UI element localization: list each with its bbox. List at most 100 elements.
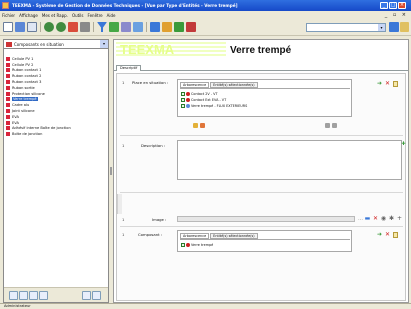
export-icon[interactable]	[162, 22, 172, 32]
entity-icon	[6, 80, 10, 85]
tab-strip: Descriptif	[114, 64, 408, 71]
remove-icon[interactable]: ✕	[384, 232, 391, 238]
delete-icon[interactable]	[186, 22, 196, 32]
image-field[interactable]	[177, 216, 355, 222]
entity-type-select[interactable]: Composants en situation ▾	[4, 40, 108, 49]
link-icon[interactable]: ▬	[364, 216, 371, 222]
menu-mes-rapp[interactable]: Mes et Rapp.	[42, 13, 68, 18]
field-label-position: Place en situation :	[132, 80, 169, 85]
menu-fichier[interactable]: Fichier	[2, 13, 15, 18]
menu-aide[interactable]: Aide	[107, 13, 116, 18]
toolbar-separator	[40, 22, 41, 32]
document-icon[interactable]	[393, 81, 398, 87]
left-panel-toolbar	[4, 287, 108, 302]
tab-descriptif[interactable]: Descriptif	[116, 65, 142, 71]
settings-icon[interactable]: ✱	[388, 216, 395, 222]
back-icon[interactable]	[44, 22, 54, 32]
tree-row[interactable]: Contact 2V - VT	[181, 91, 218, 96]
title-bar: TEEXMA - Système de Gestion de Données T…	[0, 0, 411, 11]
splitter-grip[interactable]	[110, 167, 112, 175]
description-textarea[interactable]	[177, 140, 402, 180]
app-icon	[2, 2, 9, 9]
text-icon[interactable]	[109, 22, 119, 32]
entity-icon	[6, 109, 10, 114]
add-icon[interactable]: ✚	[400, 141, 407, 147]
entity-list: Cellule PV 1 Cellule PV 2 Ruban contact …	[6, 56, 106, 137]
browse-icon[interactable]: …	[357, 216, 364, 222]
entity-icon	[6, 132, 10, 137]
home-icon[interactable]	[68, 22, 78, 32]
document-icon[interactable]	[393, 232, 398, 238]
checkbox-icon[interactable]	[181, 97, 185, 102]
field-label-component: Composant :	[138, 232, 163, 237]
search-view-icon[interactable]	[29, 291, 38, 300]
help-icon[interactable]	[400, 22, 409, 32]
entity-icon	[6, 85, 10, 90]
zoom-in-icon[interactable]	[325, 123, 330, 128]
tree-row[interactable]: Verre trempé	[181, 242, 213, 247]
component-subpanel: Arborescence Entité(s) sélectionnée(s) V…	[177, 230, 352, 252]
refresh-icon[interactable]	[150, 22, 160, 32]
entity-detail-panel: TEEXMA Verre trempé Descriptif 1 Place e…	[113, 39, 409, 303]
entity-type-value: Composants en situation	[14, 41, 64, 47]
close-button[interactable]: ×	[398, 2, 406, 9]
position-subpanel: Arborescence Entité(s) sélectionnée(s) C…	[177, 79, 352, 117]
menu-fenetre[interactable]: Fenêtre	[88, 13, 103, 18]
save-icon[interactable]	[15, 22, 25, 32]
window-title: TEEXMA - Système de Gestion de Données T…	[12, 3, 238, 8]
entity-icon	[186, 103, 190, 108]
field-separator	[120, 135, 403, 136]
filter-icon[interactable]	[97, 22, 107, 32]
zoom-out-icon[interactable]	[332, 123, 337, 128]
remove-icon[interactable]: ✕	[384, 81, 391, 87]
tree-row[interactable]: Verre trempé - FLUX EXTERIEURS	[181, 103, 247, 108]
minimize-button[interactable]: _	[380, 2, 388, 9]
go-icon[interactable]	[389, 22, 399, 32]
descriptif-form: 1 Place en situation : Arborescence Enti…	[116, 73, 406, 301]
field-label-image: Image :	[152, 217, 167, 222]
expand-all-icon[interactable]	[193, 123, 198, 128]
remove-icon[interactable]: ✕	[372, 216, 379, 222]
entity-icon	[6, 68, 10, 73]
maximize-button[interactable]: □	[389, 2, 397, 9]
sort-icon[interactable]	[39, 291, 48, 300]
chevron-down-icon[interactable]: ▾	[100, 40, 108, 48]
menu-outils[interactable]: Outils	[72, 13, 84, 18]
add-icon[interactable]: ➜	[376, 81, 383, 87]
subtab-divider	[180, 239, 350, 240]
expand-icon[interactable]	[82, 291, 91, 300]
header-banner: TEEXMA Verre trempé	[114, 40, 408, 62]
new-icon[interactable]	[3, 22, 13, 32]
print-icon[interactable]	[27, 22, 37, 32]
view-icon[interactable]: ◉	[380, 216, 387, 222]
entity-type-icon	[6, 41, 12, 47]
entity-icon	[186, 97, 190, 102]
status-bar: Administrateur	[0, 303, 411, 309]
checkbox-icon[interactable]	[181, 91, 185, 96]
list-item[interactable]: Boîte de jonction	[6, 131, 106, 137]
toolbar-separator	[146, 22, 147, 32]
chart-icon[interactable]	[133, 22, 143, 32]
checkbox-icon[interactable]	[181, 103, 185, 108]
collapse-all-icon[interactable]	[200, 123, 205, 128]
excel-icon[interactable]	[174, 22, 184, 32]
entity-icon	[186, 242, 190, 247]
forward-icon[interactable]	[56, 22, 66, 32]
settings-icon[interactable]	[80, 22, 90, 32]
search-combo[interactable]: ▾	[306, 23, 386, 32]
font-icon[interactable]	[121, 22, 131, 32]
list-view-icon[interactable]	[19, 291, 28, 300]
field-number: 1	[122, 80, 125, 85]
tree-view-icon[interactable]	[9, 291, 18, 300]
scrollbar[interactable]	[117, 194, 122, 214]
menu-affichage[interactable]: Affichage	[19, 13, 38, 18]
checkbox-icon[interactable]	[181, 242, 185, 247]
mdi-controls[interactable]: _ ▫ ×	[385, 12, 408, 18]
entity-icon	[6, 120, 10, 125]
add-icon[interactable]: ➜	[376, 232, 383, 238]
entity-icon	[6, 103, 10, 108]
plus-icon[interactable]: +	[396, 216, 403, 222]
chevron-down-icon[interactable]: ▾	[378, 24, 385, 31]
tree-row[interactable]: Contact Ext EVA - VT	[181, 97, 226, 102]
collapse-icon[interactable]	[92, 291, 101, 300]
